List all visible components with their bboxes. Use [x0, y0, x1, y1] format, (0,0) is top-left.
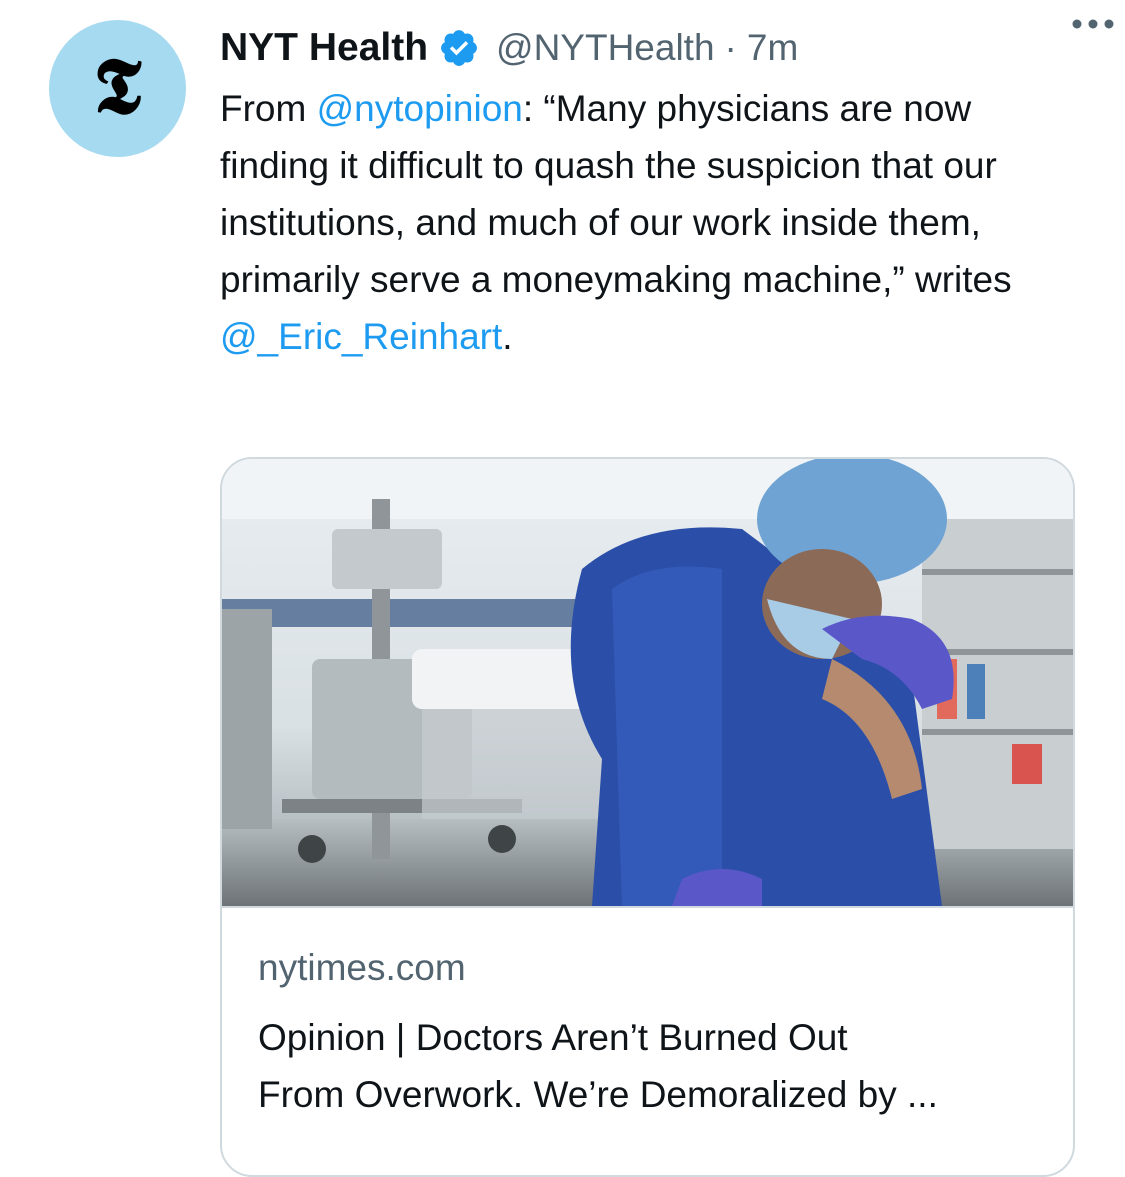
mention-eric-reinhart[interactable]: @_Eric_Reinhart	[220, 316, 502, 357]
tweet-prefix: From	[220, 88, 317, 129]
display-name[interactable]: NYT Health	[220, 26, 428, 70]
handle[interactable]: @NYTHealth	[496, 27, 715, 69]
timestamp[interactable]: 7m	[747, 27, 798, 69]
tweet-header: NYT Health @NYTHealth · 7m	[220, 22, 1085, 74]
avatar[interactable]: 𝕿	[49, 20, 186, 157]
card-title-line-1: Opinion | Doctors Aren’t Burned Out	[258, 1017, 848, 1058]
nyt-logo-icon: 𝕿	[93, 40, 142, 132]
card-image[interactable]	[222, 459, 1073, 908]
mention-nytopinion[interactable]: @nytopinion	[317, 88, 523, 129]
card-domain: nytimes.com	[258, 947, 466, 988]
tweet-text: From @nytopinion: “Many physicians are n…	[220, 80, 1080, 365]
photo-doctor-in-scrubs	[222, 459, 1073, 906]
card-title: Opinion | Doctors Aren’t Burned Out From…	[258, 1009, 1048, 1123]
tweet-suffix: .	[502, 316, 513, 357]
link-card[interactable]: nytimes.com Opinion | Doctors Aren’t Bur…	[220, 457, 1075, 1177]
tweet[interactable]: 𝕿 NYT Health @NYTHealth · 7m From @nytop…	[0, 0, 1125, 1177]
card-title-line-2: From Overwork. We’re Demoralized by ...	[258, 1074, 938, 1115]
more-icon[interactable]	[1071, 16, 1115, 32]
separator-dot: ·	[724, 27, 737, 68]
verified-badge-icon	[441, 30, 477, 66]
